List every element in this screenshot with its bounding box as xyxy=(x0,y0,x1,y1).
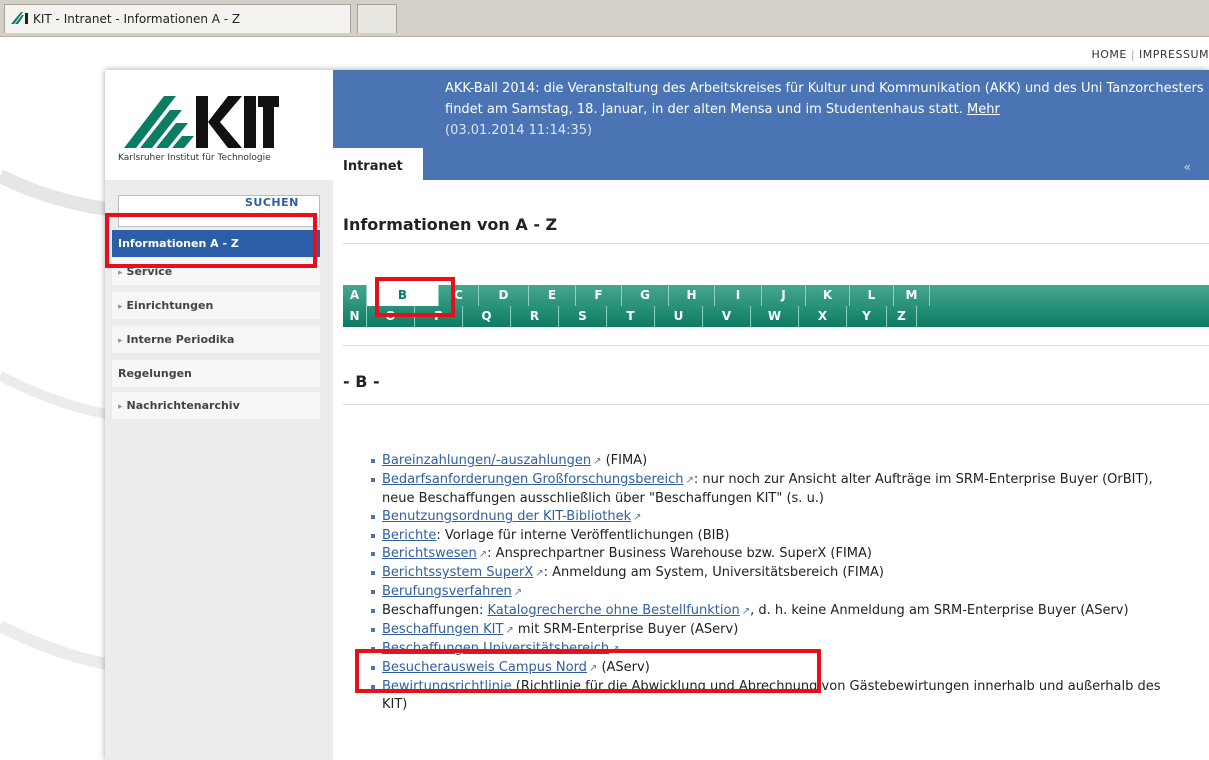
entry-description: , d. h. keine Anmeldung am SRM-Enterpris… xyxy=(750,603,1129,618)
kit-logo[interactable] xyxy=(124,96,279,152)
alphabet-letter-u[interactable]: U xyxy=(655,306,703,327)
list-item: Berufungsverfahren ↗ xyxy=(371,583,1181,602)
external-link-icon: ↗ xyxy=(741,606,751,617)
external-link-icon: ↗ xyxy=(513,587,523,598)
list-item: Bedarfsanforderungen Großforschungsberei… xyxy=(371,471,1181,508)
alphabet-letter-i[interactable]: I xyxy=(715,285,762,306)
external-link-icon: ↗ xyxy=(535,568,544,579)
alphabet-letter-m[interactable]: M xyxy=(894,285,930,306)
list-item: Benutzungsordnung der KIT-Bibliothek ↗ xyxy=(371,508,1181,527)
alphabet-letter-z[interactable]: Z xyxy=(887,306,917,327)
chevron-right-icon: ▸ xyxy=(118,336,123,346)
external-link-icon: ↗ xyxy=(685,475,694,486)
background-swoosh xyxy=(0,169,120,672)
alphabet-letter-s[interactable]: S xyxy=(559,306,607,327)
entry-link[interactable]: Benutzungsordnung der KIT-Bibliothek xyxy=(382,509,631,524)
chevron-right-icon: ▸ xyxy=(118,268,123,278)
news-ticker: AKK-Ball 2014: die Veranstaltung des Arb… xyxy=(445,78,1205,141)
alphabet-letter-e[interactable]: E xyxy=(529,285,576,306)
alphabet-letter-h[interactable]: H xyxy=(669,285,715,306)
alphabet-letter-j[interactable]: J xyxy=(762,285,806,306)
entry-link[interactable]: Beschaffungen KIT xyxy=(382,622,503,637)
logo-subtitle: Karlsruher Institut für Technologie xyxy=(118,153,271,163)
entry-link[interactable]: Berufungsverfahren xyxy=(382,584,512,599)
divider xyxy=(343,404,1209,405)
nav-item-interne-periodika[interactable]: ▸ Interne Periodika xyxy=(112,326,320,353)
list-item: Bareinzahlungen/-auszahlungen ↗ (FIMA) xyxy=(371,452,1181,471)
list-item: Berichtswesen ↗: Ansprechpartner Business… xyxy=(371,545,1181,564)
browser-tab-bar: KIT - Intranet - Informationen A - Z xyxy=(0,0,1209,37)
entry-link[interactable]: Bareinzahlungen/-auszahlungen xyxy=(382,453,591,468)
section-heading: - B - xyxy=(343,372,380,391)
highlight-box xyxy=(355,649,821,693)
divider xyxy=(343,345,1209,346)
entry-link[interactable]: Bedarfsanforderungen Großforschungsberei… xyxy=(382,472,684,487)
chevron-right-icon: ▸ xyxy=(118,302,123,312)
entry-link[interactable]: Berichtswesen xyxy=(382,546,477,561)
list-item: Berichte: Vorlage für interne Veröffentl… xyxy=(371,527,1181,545)
alphabet-letter-t[interactable]: T xyxy=(607,306,655,327)
list-item: Berichtssystem SuperX ↗: Anmeldung am Sys… xyxy=(371,564,1181,583)
nav-item-einrichtungen[interactable]: ▸ Einrichtungen xyxy=(112,292,320,319)
nav-item-regelungen[interactable]: Regelungen xyxy=(112,360,320,387)
nav-label: Regelungen xyxy=(118,367,192,380)
highlight-box xyxy=(105,213,317,268)
entry-link[interactable]: Berichtssystem SuperX xyxy=(382,565,533,580)
external-link-icon: ↗ xyxy=(633,512,642,523)
alphabet-letter-a[interactable]: A xyxy=(343,285,367,306)
alphabet-bar: ABCDEFGHIJKLM NOPQRSTUVWXYZ xyxy=(343,285,1209,327)
nav-label: Einrichtungen xyxy=(126,299,214,312)
alphabet-letter-l[interactable]: L xyxy=(850,285,894,306)
kit-favicon-icon xyxy=(11,6,29,34)
nav-label: Nachrichtenarchiv xyxy=(126,399,240,412)
chevron-right-icon: ▸ xyxy=(118,402,123,412)
entry-link[interactable]: Katalogrecherche ohne Bestellfunktion xyxy=(487,603,739,618)
page-title: Informationen von A - Z xyxy=(343,215,558,234)
top-links: HOME | IMPRESSUM xyxy=(1091,48,1209,61)
alphabet-letter-g[interactable]: G xyxy=(622,285,669,306)
list-item: Beschaffungen KIT ↗ mit SRM-Enterprise Bu… xyxy=(371,621,1181,640)
alphabet-letter-n[interactable]: N xyxy=(343,306,367,327)
intranet-tab[interactable]: Intranet xyxy=(333,148,423,180)
entry-link[interactable]: Berichte xyxy=(382,528,436,543)
entry-description: (FIMA) xyxy=(601,453,648,468)
nav-item-nachrichtenarchiv[interactable]: ▸ Nachrichtenarchiv xyxy=(112,392,320,419)
alphabet-letter-d[interactable]: D xyxy=(479,285,529,306)
highlight-box xyxy=(375,277,455,317)
search-button[interactable]: SUCHEN xyxy=(245,196,299,209)
browser-tab-title: KIT - Intranet - Informationen A - Z xyxy=(33,12,241,26)
alphabet-letter-x[interactable]: X xyxy=(799,306,847,327)
alphabet-letter-k[interactable]: K xyxy=(806,285,850,306)
alphabet-letter-v[interactable]: V xyxy=(703,306,751,327)
alphabet-letter-r[interactable]: R xyxy=(511,306,559,327)
alphabet-letter-f[interactable]: F xyxy=(576,285,622,306)
entry-description: : Anmeldung am System, Universitätsberei… xyxy=(543,565,884,580)
external-link-icon: ↗ xyxy=(478,549,488,560)
alphabet-letter-w[interactable]: W xyxy=(751,306,799,327)
list-item: Beschaffungen: Katalogrecherche ohne Bes… xyxy=(371,602,1181,621)
news-more-link[interactable]: Mehr xyxy=(967,102,1000,117)
entry-prefix: Beschaffungen: xyxy=(382,603,488,618)
alphabet-letter-q[interactable]: Q xyxy=(463,306,511,327)
new-tab-button[interactable] xyxy=(357,4,397,33)
entry-description: mit SRM-Enterprise Buyer (AServ) xyxy=(513,622,739,637)
impressum-link[interactable]: IMPRESSUM xyxy=(1139,48,1209,61)
external-link-icon: ↗ xyxy=(505,625,514,636)
news-date: (03.01.2014 11:14:35) xyxy=(445,123,593,138)
divider xyxy=(343,243,1209,244)
alphabet-letter-y[interactable]: Y xyxy=(847,306,887,327)
browser-tab[interactable]: KIT - Intranet - Informationen A - Z xyxy=(4,4,351,33)
news-text: AKK-Ball 2014: die Veranstaltung des Arb… xyxy=(445,81,1204,117)
home-link[interactable]: HOME xyxy=(1091,48,1126,61)
entry-description: : Vorlage für interne Veröffentlichungen… xyxy=(436,528,730,543)
collapse-chevron-icon[interactable]: « xyxy=(1184,160,1191,174)
nav-label: Interne Periodika xyxy=(126,333,235,346)
entry-description: : Ansprechpartner Business Warehouse bzw… xyxy=(487,546,872,561)
